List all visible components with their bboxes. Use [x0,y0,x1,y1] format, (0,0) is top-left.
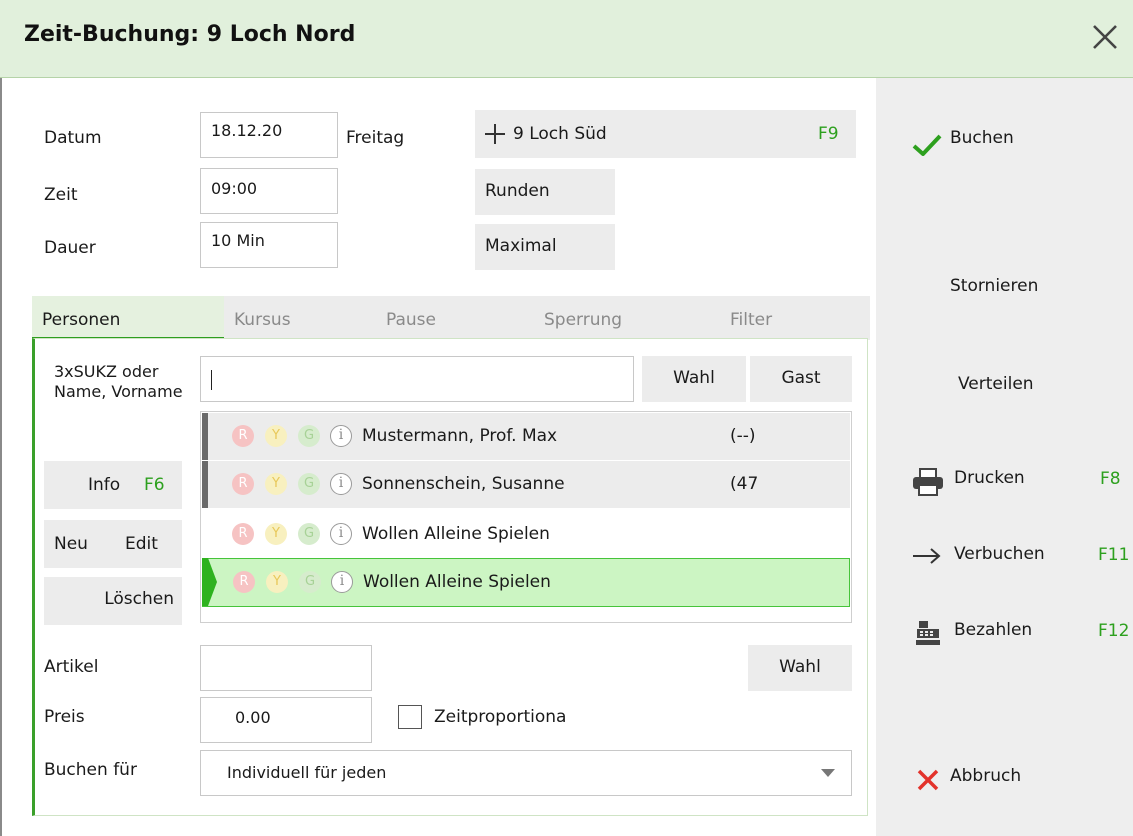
drucken-label: Drucken [954,468,1025,488]
window-title: Zeit-Buchung: 9 Loch Nord [24,22,356,47]
person-name: Sonnenschein, Susanne [362,474,565,494]
abbruch-label: Abbruch [950,766,1022,786]
info-fkey: F6 [144,475,165,495]
zeitproportional-label: Zeitproportiona [434,707,567,727]
r-status-icon[interactable]: R [232,523,254,545]
g-status-icon[interactable]: G [298,425,320,447]
person-name: Mustermann, Prof. Max [362,426,558,446]
neu-button[interactable]: Neu [54,522,88,566]
row-marker [202,461,208,508]
person-status: (--) [730,426,756,446]
g-status-icon[interactable]: G [299,571,321,593]
buchen-fuer-label: Buchen für [44,760,137,780]
left-border [0,78,2,836]
close-icon[interactable] [1090,22,1120,52]
datum-label: Datum [44,128,102,148]
tab-personen[interactable]: Personen [32,296,224,340]
bezahlen-label: Bezahlen [954,620,1033,640]
action-sidebar: Buchen Stornieren Verteilen Drucken F8 V… [876,78,1133,836]
printer-icon [913,468,943,496]
edit-button[interactable]: Edit [125,522,158,566]
info-icon[interactable]: i [330,523,352,545]
arrow-right-icon [913,548,941,564]
tab-kursus[interactable]: Kursus [224,296,382,340]
search-label: 3xSUKZ oder Name, Vorname [54,362,183,401]
dauer-label: Dauer [44,238,96,258]
zeitproportional-checkbox[interactable] [398,705,422,729]
buchen-label: Buchen [950,128,1014,148]
person-name: Wollen Alleine Spielen [362,524,550,544]
verbuchen-fkey: F11 [1098,545,1130,565]
course-label: 9 Loch Süd [513,124,607,144]
g-status-icon[interactable]: G [298,523,320,545]
text-cursor [211,369,212,390]
info-icon[interactable]: i [330,473,352,495]
checkmark-icon [912,134,942,156]
datum-field[interactable]: 18.12.20 [200,112,338,158]
person-status: (47 [730,474,759,494]
zeit-field[interactable]: 09:00 [200,168,338,214]
y-status-icon[interactable]: Y [266,571,288,593]
course-9-loch-sued-button[interactable]: 9 Loch Süd F9 [475,110,856,158]
weekday-label: Freitag [346,128,405,148]
search-wahl-button[interactable]: Wahl [642,356,746,402]
dauer-field[interactable]: 10 Min [200,222,338,268]
person-name: Wollen Alleine Spielen [363,572,551,592]
preis-field[interactable]: 0.00 [200,697,372,743]
row-marker [202,413,208,460]
verbuchen-label: Verbuchen [954,544,1045,564]
tab-sperrung[interactable]: Sperrung [536,296,718,340]
list-item[interactable]: R Y G i Mustermann, Prof. Max (--) [202,413,850,460]
zeit-buchung-dialog: Zeit-Buchung: 9 Loch Nord Datum 18.12.20… [0,0,1133,836]
artikel-wahl-button[interactable]: Wahl [748,645,852,691]
zeit-label: Zeit [44,185,78,205]
info-button-label: Info [88,475,121,495]
g-status-icon[interactable]: G [298,473,320,495]
loeschen-button[interactable]: Löschen [44,577,182,625]
r-status-icon[interactable]: R [232,473,254,495]
list-item[interactable]: R Y G i Wollen Alleine Spielen [202,511,850,558]
r-status-icon[interactable]: R [232,425,254,447]
artikel-label: Artikel [44,657,99,677]
drucken-fkey: F8 [1100,469,1121,489]
r-status-icon[interactable]: R [233,571,255,593]
bezahlen-fkey: F12 [1098,621,1130,641]
y-status-icon[interactable]: Y [265,425,287,447]
title-bar: Zeit-Buchung: 9 Loch Nord [0,0,1133,78]
search-input[interactable] [200,356,634,402]
artikel-field[interactable] [200,645,372,691]
chevron-down-icon [821,769,835,777]
preis-label: Preis [44,707,85,727]
tab-pause[interactable]: Pause [382,296,536,340]
y-status-icon[interactable]: Y [265,473,287,495]
cancel-x-icon [917,769,939,791]
list-item[interactable]: R Y G i Sonnenschein, Susanne (47 [202,461,850,508]
buchen-fuer-select[interactable]: Individuell für jeden [200,750,852,796]
info-button[interactable]: Info F6 [44,461,182,509]
info-icon[interactable]: i [331,571,353,593]
runden-button[interactable]: Runden [475,169,615,215]
selection-arrow-icon [202,558,217,606]
gast-button[interactable]: Gast [750,356,852,402]
plus-icon [485,124,505,144]
info-icon[interactable]: i [330,425,352,447]
cash-register-icon [916,621,940,645]
tab-filter[interactable]: Filter [718,296,870,340]
y-status-icon[interactable]: Y [265,523,287,545]
neu-edit-group: Neu Edit [44,520,182,568]
person-list: R Y G i Mustermann, Prof. Max (--) R Y G… [200,411,852,623]
buchen-fuer-value: Individuell für jeden [227,763,387,782]
maximal-button[interactable]: Maximal [475,224,615,270]
verteilen-button[interactable]: Verteilen [958,374,1034,394]
course-fkey: F9 [818,124,839,144]
list-item-selected[interactable]: R Y G i Wollen Alleine Spielen [202,558,850,607]
stornieren-button[interactable]: Stornieren [950,276,1038,296]
